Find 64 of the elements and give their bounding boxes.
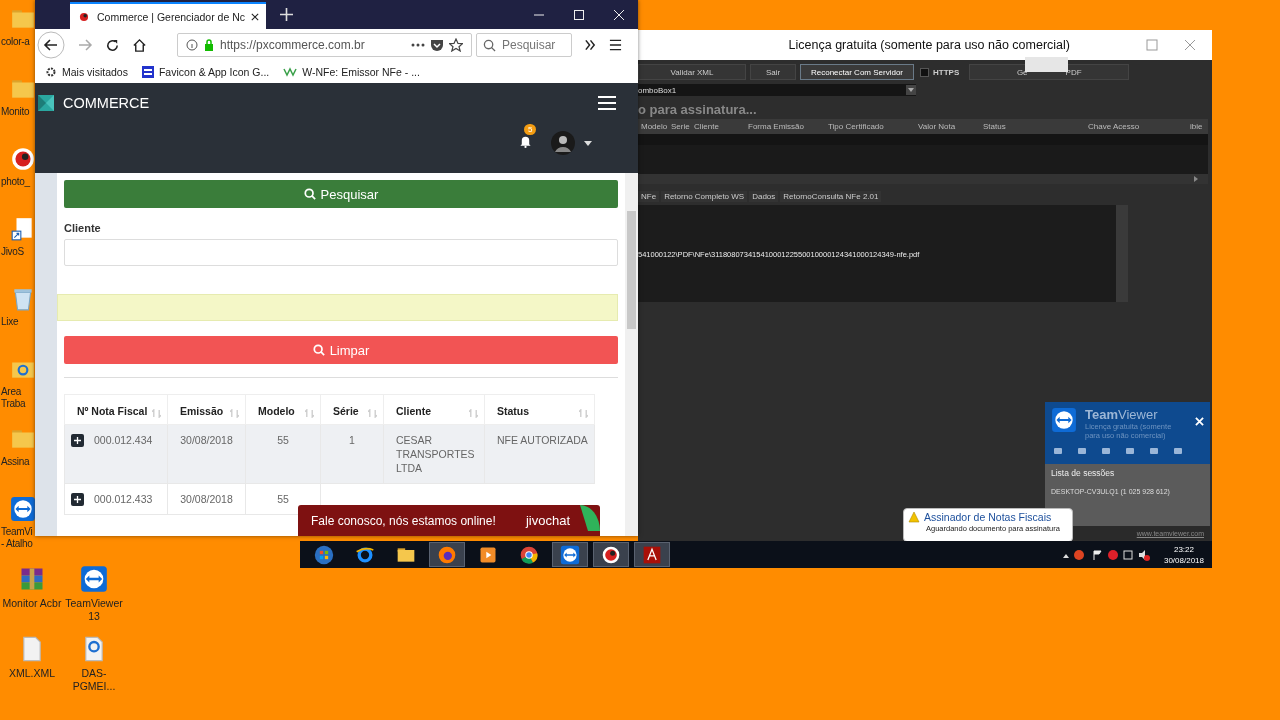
desktop-icon-label[interactable]: Monitor Acbr [2,597,62,610]
table-cell: 000.012.433 [94,492,153,506]
search-button[interactable]: Pesquisar [64,180,618,208]
window-title: Licença gratuita (somente para uso não comercial) [787,38,1071,52]
column-header[interactable]: Serie [668,122,689,131]
desktop-icon-label[interactable]: JivoS [0,246,24,258]
column-header[interactable]: Forma Emissão [745,122,823,131]
checkbox-label: HTTPS [933,67,960,77]
search-field[interactable]: Pesquisar [476,33,572,57]
table-cell: 30/08/2018 [180,493,233,505]
table-cell: 55 [277,434,289,446]
status-heading: o para assinatura... [638,102,758,117]
table-cell: 55 [277,493,289,505]
tab[interactable]: Retorno Completo WS [661,191,748,202]
column-header[interactable]: ibie [1187,122,1203,131]
brand-name[interactable]: COMMERCE [63,95,150,111]
column-header[interactable]: Status [484,394,595,425]
tab[interactable]: RetornoConsulta NFe 2.01 [780,191,882,202]
table-cell: CESAR TRANSPORTES LTDA [396,434,475,474]
column-header[interactable]: Cliente [383,394,485,425]
column-header[interactable]: Emissão [167,394,246,425]
desktop-icon-label[interactable]: Area Traba [0,386,26,410]
desktop-icon-label[interactable]: Monito [0,106,30,118]
chat-banner[interactable]: Fale conosco, nós estamos online! jivochat [298,505,600,536]
field-label: Cliente [64,222,102,234]
column-header[interactable]: Valor Nota [915,122,978,131]
notification-title: Assinador de Notas Fiscais [924,511,1052,523]
column-header[interactable]: Série [320,394,384,425]
bookmark-item[interactable]: Mais visitados [45,66,128,78]
desktop-icon-label[interactable]: XML.XML [8,667,56,680]
panel-title: TeamViewer [1085,407,1159,422]
app-button[interactable]: Validar XML [638,64,746,80]
column-header[interactable]: Chave Acesso [1085,122,1185,131]
section-header[interactable]: Lista de sessões [1051,468,1204,478]
app-button[interactable]: Sair [750,64,796,80]
desktop-icon-label[interactable]: photo_ [0,176,30,188]
column-header[interactable]: Modelo [638,122,666,131]
clock-date[interactable]: 30/08/2018 [1163,554,1204,566]
desktop-icon-label[interactable]: Assina [0,456,30,468]
notification-badge: 5 [524,124,537,135]
desktop-icon-label[interactable]: DAS-PGMEI... [62,667,126,693]
browser-tab[interactable]: Commerce | Gerenciador de Nc [70,2,266,29]
tab[interactable]: NFe [638,191,660,202]
chat-logo-text: jivochat [525,513,570,528]
combo-box[interactable]: omboBox1 [638,84,916,96]
column-header[interactable]: Status [980,122,1083,131]
tab[interactable]: Dados [749,191,779,202]
column-header[interactable]: Tipo Certificado [825,122,913,131]
clock-time[interactable]: 23:22 [1173,543,1194,555]
address-bar[interactable]: https://pxcommerce.com.br [177,33,472,57]
desktop-icon-label[interactable]: Lixe [0,316,19,328]
column-header[interactable]: Modelo [245,394,321,425]
column-header[interactable]: Cliente [691,122,743,131]
desktop-icon-label[interactable]: TeamVi - Atalho [0,526,33,550]
table-cell: 30/08/2018 [180,434,233,446]
column-header[interactable]: Nº Nota Fiscal [64,394,168,425]
bookmark-item[interactable]: W-NFe: Emissor NFe - ... [283,66,420,78]
table-cell: 1 [349,434,355,446]
app-button[interactable]: Reconectar Com Servidor [800,64,914,80]
table-cell: NFE AUTORIZADA [497,434,588,446]
desktop-icon-label[interactable]: color-a [0,36,30,48]
bookmark-item[interactable]: Favicon & App Icon G... [141,66,270,78]
table-cell: 000.012.434 [94,433,153,447]
desktop-icon-label[interactable]: TeamViewer 13 [65,597,123,623]
